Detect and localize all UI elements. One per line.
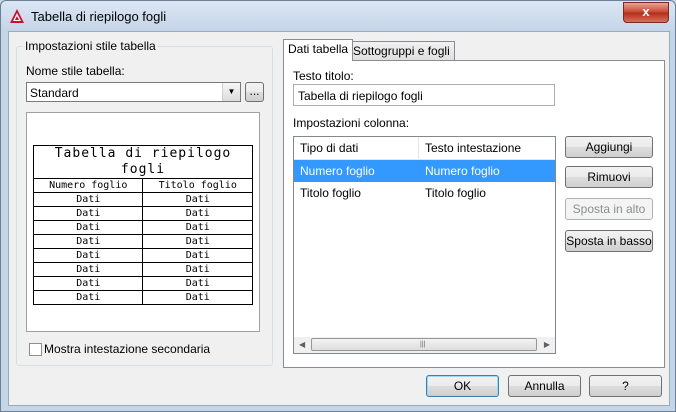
scroll-left-icon[interactable]: ◀ [299, 340, 305, 349]
table-style-settings-title: Impostazioni stile tabella [23, 39, 158, 53]
scroll-thumb[interactable]: ||| [311, 338, 537, 351]
preview-cell: Dati [32, 220, 144, 235]
preview-cell: Dati [142, 234, 253, 249]
preview-cell: Dati [142, 248, 253, 263]
column-header-heading-text[interactable]: Testo intestazione [419, 137, 555, 159]
list-item[interactable]: Numero foglio Numero foglio [294, 160, 555, 182]
secondary-header-label[interactable]: Mostra intestazione secondaria [44, 342, 210, 356]
list-cell: Titolo foglio [300, 186, 361, 200]
cancel-button[interactable]: Annulla [508, 375, 581, 397]
list-cell: Titolo foglio [425, 186, 486, 200]
browse-style-button[interactable]: ... [245, 82, 264, 102]
preview-cell: Dati [142, 290, 253, 305]
dialog-body: Impostazioni stile tabella Nome stile ta… [8, 31, 670, 406]
autocad-app-icon [10, 9, 24, 23]
horizontal-scrollbar[interactable]: ◀ ||| ▶ [294, 337, 555, 353]
preview-header: Titolo foglio [142, 178, 253, 193]
add-button[interactable]: Aggiungi [565, 136, 653, 158]
window-title: Tabella di riepilogo fogli [31, 9, 167, 24]
remove-button[interactable]: Rimuovi [565, 166, 653, 188]
preview-cell: Dati [32, 276, 144, 291]
tab-dati-tabella[interactable]: Dati tabella [283, 39, 354, 61]
scroll-right-icon[interactable]: ▶ [544, 340, 550, 349]
preview-cell: Dati [32, 234, 144, 249]
help-button[interactable]: ? [589, 375, 662, 397]
preview-cell: Dati [32, 290, 144, 305]
column-list[interactable]: Tipo di dati Testo intestazione Numero f… [293, 136, 556, 354]
title-bar[interactable]: Tabella di riepilogo fogli x [1, 1, 675, 31]
preview-cell: Dati [32, 248, 144, 263]
preview-cell: Dati [142, 220, 253, 235]
ok-button[interactable]: OK [426, 375, 499, 397]
style-name-value: Standard [30, 86, 79, 100]
preview-title: Tabella di riepilogo fogli [33, 145, 253, 179]
title-text-value: Tabella di riepilogo fogli [298, 89, 423, 103]
secondary-header-checkbox[interactable] [29, 343, 42, 356]
column-header-data-type[interactable]: Tipo di dati [294, 137, 419, 159]
preview-cell: Dati [32, 192, 144, 207]
dialog-window: Tabella di riepilogo fogli x Impostazion… [0, 0, 676, 412]
preview-cell: Dati [142, 276, 253, 291]
preview-table: Tabella di riepilogo fogli Numero foglio… [32, 145, 253, 305]
list-cell: Numero foglio [425, 164, 500, 178]
title-text-label: Testo titolo: [293, 69, 354, 83]
move-up-button[interactable]: Sposta in alto [565, 198, 653, 220]
preview-cell: Dati [142, 192, 253, 207]
column-settings-label: Impostazioni colonna: [293, 116, 410, 130]
style-name-dropdown[interactable]: Standard ▼ [26, 82, 241, 102]
title-text-input[interactable]: Tabella di riepilogo fogli [293, 84, 555, 106]
chevron-down-icon[interactable]: ▼ [222, 83, 240, 101]
preview-header: Numero foglio [32, 178, 144, 193]
preview-cell: Dati [142, 206, 253, 221]
column-list-header: Tipo di dati Testo intestazione [294, 137, 555, 160]
preview-cell: Dati [32, 262, 144, 277]
table-style-preview: Tabella di riepilogo fogli Numero foglio… [26, 112, 260, 332]
style-name-label: Nome stile tabella: [26, 64, 125, 78]
preview-cell: Dati [32, 206, 144, 221]
list-cell: Numero foglio [300, 164, 375, 178]
tab-sottogruppi-e-fogli[interactable]: Sottogruppi e fogli [348, 41, 455, 60]
close-button[interactable]: x [623, 2, 669, 23]
move-down-button[interactable]: Sposta in basso [565, 230, 653, 252]
list-item[interactable]: Titolo foglio Titolo foglio [294, 182, 555, 204]
preview-cell: Dati [142, 262, 253, 277]
